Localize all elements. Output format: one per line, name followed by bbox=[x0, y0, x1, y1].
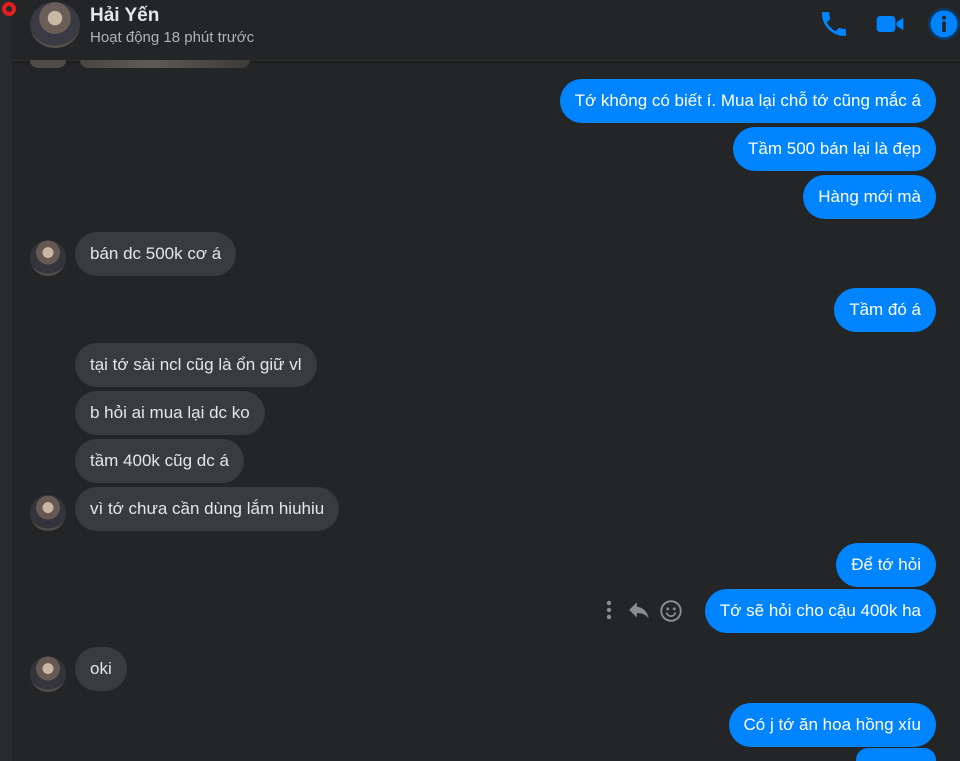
more-options-icon[interactable] bbox=[600, 598, 618, 624]
reply-icon[interactable] bbox=[626, 598, 652, 624]
incoming-message[interactable]: vì tớ chưa cần dùng lắm hiuhiu bbox=[75, 487, 340, 531]
message-row: oki bbox=[75, 647, 127, 691]
message-row: b hỏi ai mua lại dc ko bbox=[75, 391, 265, 435]
outgoing-message[interactable]: Có j tớ ăn hoa hồng xíu bbox=[728, 703, 936, 747]
contact-avatar[interactable] bbox=[30, 2, 80, 48]
message-row: Tầm 500 bán lại là đẹp bbox=[733, 127, 936, 171]
phone-icon[interactable] bbox=[818, 8, 850, 40]
message-row: Tầm đó á bbox=[834, 288, 936, 332]
incoming-message[interactable]: tầm 400k cũg dc á bbox=[75, 439, 244, 483]
outgoing-message[interactable]: Tớ sẽ hỏi cho cậu 400k ha bbox=[704, 589, 936, 633]
message-row: Để tớ hỏi bbox=[836, 543, 936, 587]
outgoing-message[interactable]: Tầm 500 bán lại là đẹp bbox=[733, 127, 936, 171]
react-emoji-icon[interactable] bbox=[658, 598, 684, 624]
outgoing-message[interactable]: Tớ không có biết í. Mua lại chỗ tớ cũng … bbox=[559, 79, 936, 123]
contact-status: Hoạt động 18 phút trước bbox=[90, 29, 255, 46]
message-row: vì tớ chưa cần dùng lắm hiuhiu bbox=[75, 487, 340, 531]
previous-media-remnant bbox=[80, 60, 250, 68]
message-row: bán dc 500k cơ á bbox=[75, 232, 237, 276]
message-actions bbox=[600, 598, 684, 624]
incoming-message[interactable]: tại tớ sài ncl cũg là ổn giữ vl bbox=[75, 343, 317, 387]
contact-name[interactable]: Hải Yến bbox=[90, 5, 159, 27]
info-icon[interactable] bbox=[928, 8, 960, 40]
message-row: Có j tớ ăn hoa hồng xíu bbox=[728, 703, 936, 747]
conversation-header: Hải Yến Hoạt động 18 phút trước bbox=[12, 0, 960, 61]
message-row: tầm 400k cũg dc á bbox=[75, 439, 244, 483]
message-row: tại tớ sài ncl cũg là ổn giữ vl bbox=[75, 343, 317, 387]
contact-avatar-small[interactable] bbox=[30, 495, 66, 531]
message-row: Hàng mới mà bbox=[803, 175, 936, 219]
window-left-edge bbox=[0, 0, 12, 761]
incoming-message[interactable]: bán dc 500k cơ á bbox=[75, 232, 237, 276]
outgoing-message-partial[interactable] bbox=[856, 748, 936, 761]
contact-avatar-small[interactable] bbox=[30, 240, 66, 276]
outgoing-message[interactable]: Hàng mới mà bbox=[803, 175, 936, 219]
incoming-message[interactable]: b hỏi ai mua lại dc ko bbox=[75, 391, 265, 435]
contact-avatar-small[interactable] bbox=[30, 656, 66, 692]
outgoing-message[interactable]: Để tớ hỏi bbox=[836, 543, 936, 587]
incoming-message[interactable]: oki bbox=[75, 647, 127, 691]
active-status-indicator bbox=[2, 2, 16, 16]
message-row: Tớ không có biết í. Mua lại chỗ tớ cũng … bbox=[559, 79, 936, 123]
message-row: Tớ sẽ hỏi cho cậu 400k ha bbox=[704, 589, 936, 633]
outgoing-message[interactable]: Tầm đó á bbox=[834, 288, 936, 332]
video-camera-icon[interactable] bbox=[874, 8, 906, 40]
previous-avatar-remnant bbox=[30, 60, 66, 68]
